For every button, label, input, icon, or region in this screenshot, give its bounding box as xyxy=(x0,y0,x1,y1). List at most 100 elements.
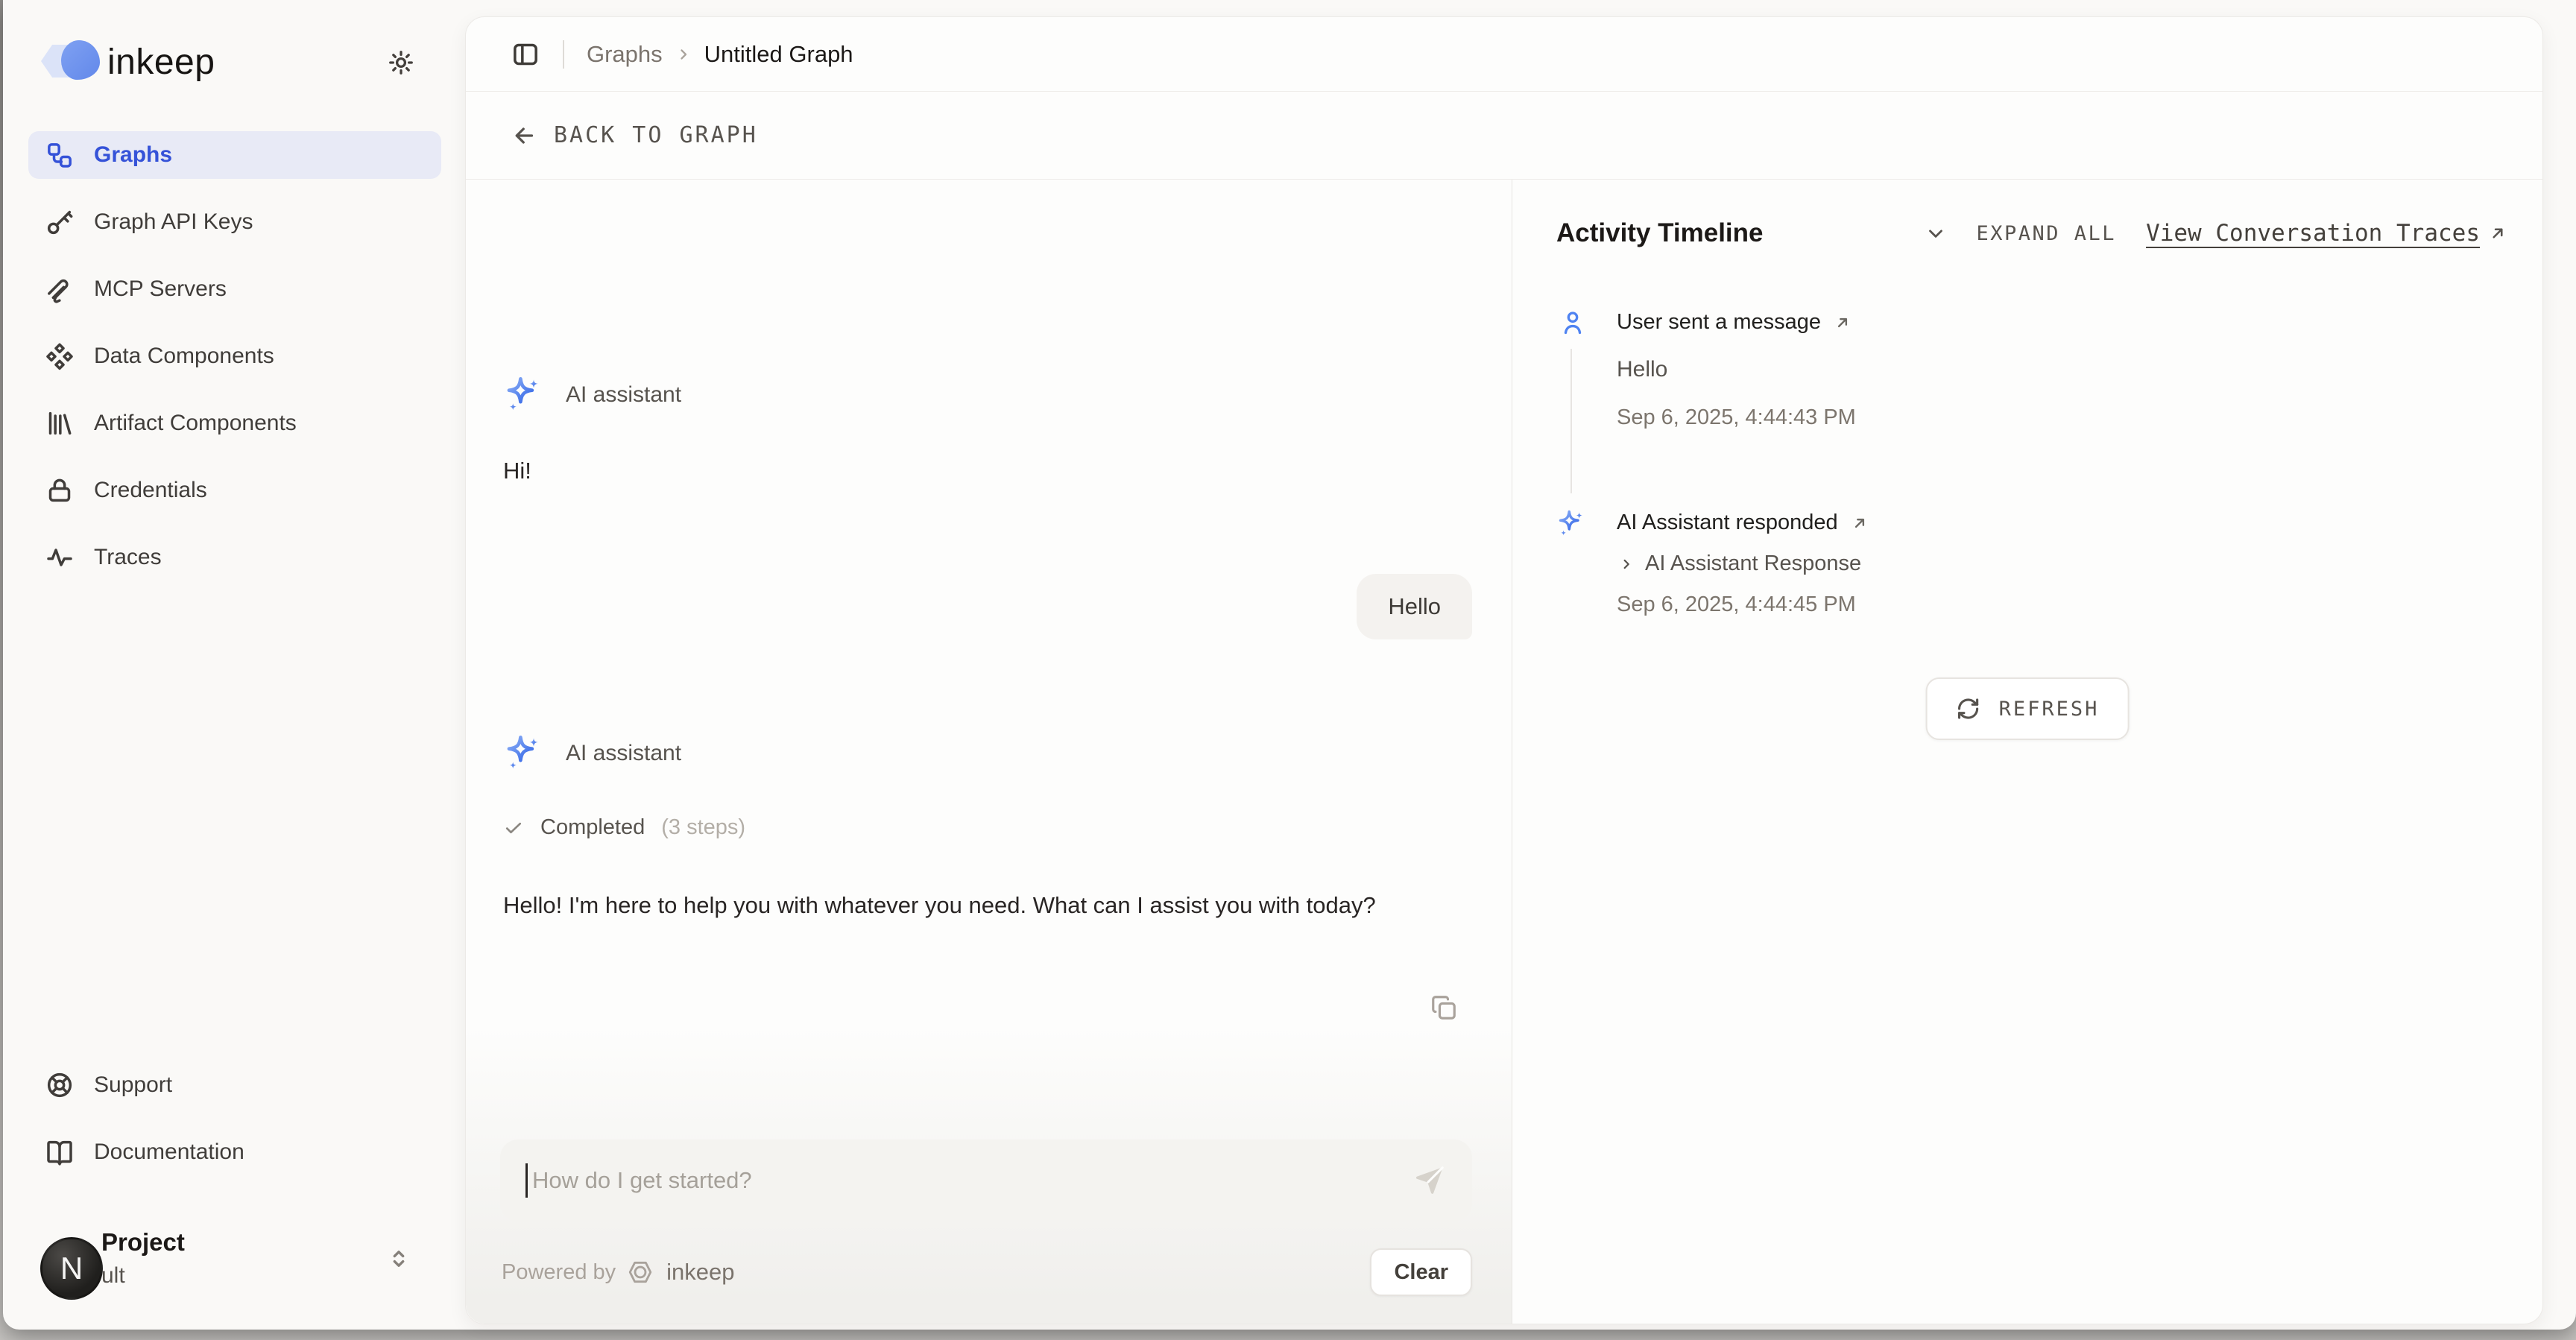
sidebar-item-label: Support xyxy=(94,1072,172,1098)
sidebar-item-credentials[interactable]: Credentials xyxy=(28,467,441,514)
sidebar-item-artifact-components[interactable]: Artifact Components xyxy=(28,399,441,447)
powered-by-brand: inkeep xyxy=(666,1259,734,1286)
sidebar-item-data-components[interactable]: Data Components xyxy=(28,332,441,380)
sidebar-item-label: Credentials xyxy=(94,478,207,503)
arrow-up-right-icon xyxy=(2487,223,2508,244)
status-steps: (3 steps) xyxy=(661,815,745,840)
library-icon xyxy=(45,408,75,438)
sidebar-item-label: Graph API Keys xyxy=(94,209,253,235)
book-open-icon xyxy=(45,1137,75,1167)
logo-wordmark: inkeep xyxy=(107,42,215,83)
timeline-event-title[interactable]: AI Assistant responded xyxy=(1617,511,1869,535)
refresh-label: REFRESH xyxy=(1999,698,2100,721)
chevrons-up-down-icon xyxy=(386,1246,411,1271)
project-subtitle: ult xyxy=(101,1263,125,1289)
divider xyxy=(563,40,564,69)
theme-toggle-button[interactable] xyxy=(383,45,419,80)
sidebar-item-documentation[interactable]: Documentation xyxy=(28,1128,441,1176)
timeline-connector xyxy=(1570,349,1572,493)
refresh-button[interactable]: REFRESH xyxy=(1926,677,2130,740)
copy-icon xyxy=(1430,993,1458,1022)
sidebar-item-support[interactable]: Support xyxy=(28,1061,441,1109)
mcp-icon xyxy=(45,274,75,304)
event-title-text: AI Assistant responded xyxy=(1617,511,1838,535)
chevron-right-icon xyxy=(1618,556,1635,572)
refresh-icon xyxy=(1956,696,1981,721)
breadcrumb: Graphs Untitled Graph xyxy=(587,41,853,68)
activity-timeline-panel: Activity Timeline EXPAND ALL View Conver… xyxy=(1512,180,2542,1324)
sidebar-item-graph-api-keys[interactable]: Graph API Keys xyxy=(28,198,441,246)
sidebar-item-label: Artifact Components xyxy=(94,411,297,436)
project-switcher[interactable]: N Project ult xyxy=(39,1228,445,1306)
clear-button[interactable]: Clear xyxy=(1370,1248,1472,1296)
powered-by[interactable]: Powered by inkeep xyxy=(502,1258,735,1286)
expand-all-button[interactable]: EXPAND ALL xyxy=(1977,222,2117,245)
chevron-right-icon xyxy=(675,45,692,63)
sidebar-nav: Graphs Graph API Keys MCP Servers Data C… xyxy=(28,131,441,601)
timeline-event-timestamp: Sep 6, 2025, 4:44:45 PM xyxy=(1617,592,1856,617)
back-to-graph-button[interactable]: BACK TO GRAPH xyxy=(466,92,2542,180)
sidebar-item-graphs[interactable]: Graphs xyxy=(28,131,441,179)
inkeep-logo-icon xyxy=(41,40,101,80)
component-icon xyxy=(45,341,75,371)
sun-icon xyxy=(388,49,414,76)
view-traces-label: View Conversation Traces xyxy=(2146,220,2480,247)
assistant-header: AI assistant xyxy=(502,732,681,775)
chevron-down-icon[interactable] xyxy=(1925,222,1947,244)
inkeep-mark-icon xyxy=(626,1258,654,1286)
sidebar-item-traces[interactable]: Traces xyxy=(28,534,441,581)
assistant-header: AI assistant xyxy=(502,373,681,417)
project-title: Project xyxy=(101,1228,185,1257)
chat-input[interactable] xyxy=(532,1167,1412,1194)
status-label: Completed xyxy=(540,815,645,840)
expander-label: AI Assistant Response xyxy=(1645,552,1861,576)
panel-left-icon xyxy=(511,39,540,69)
view-conversation-traces-link[interactable]: View Conversation Traces xyxy=(2146,220,2508,247)
arrow-up-right-icon xyxy=(1850,513,1869,533)
arrow-up-right-icon xyxy=(1833,313,1852,332)
app-window: inkeep Graphs Graph API Keys MCP Servers… xyxy=(3,0,2576,1330)
breadcrumb-current: Untitled Graph xyxy=(704,41,853,68)
text-cursor xyxy=(525,1163,528,1198)
chat-preview-panel: AI assistant Hi! Hello AI assistant Comp… xyxy=(466,180,1512,1324)
user-message-bubble: Hello xyxy=(1357,574,1472,639)
clear-label: Clear xyxy=(1394,1260,1448,1285)
powered-by-label: Powered by xyxy=(502,1260,616,1285)
chat-footer: Powered by inkeep Clear xyxy=(502,1248,1472,1297)
timeline-event-expander[interactable]: AI Assistant Response xyxy=(1618,552,1861,576)
run-status[interactable]: Completed (3 steps) xyxy=(503,815,745,840)
content-area: AI assistant Hi! Hello AI assistant Comp… xyxy=(466,180,2542,1324)
chat-input-box xyxy=(500,1140,1472,1222)
event-title-text: User sent a message xyxy=(1617,310,1821,335)
timeline-event-body: Hello xyxy=(1617,357,1667,382)
sidebar-item-label: MCP Servers xyxy=(94,276,227,302)
sidebar-item-label: Traces xyxy=(94,545,162,570)
sidebar-toggle-button[interactable] xyxy=(511,39,540,69)
send-button[interactable] xyxy=(1412,1163,1447,1198)
breadcrumb-root[interactable]: Graphs xyxy=(587,41,663,68)
assistant-message: Hi! xyxy=(503,458,531,484)
send-icon xyxy=(1412,1163,1447,1198)
assistant-label: AI assistant xyxy=(566,741,681,766)
sidebar-item-label: Data Components xyxy=(94,344,274,369)
back-to-graph-label: BACK TO GRAPH xyxy=(554,122,758,148)
top-bar: Graphs Untitled Graph xyxy=(466,17,2542,92)
sidebar-item-mcp-servers[interactable]: MCP Servers xyxy=(28,265,441,313)
workflow-icon xyxy=(45,140,75,170)
sidebar-footer-nav: Support Documentation xyxy=(28,1061,441,1195)
timeline-event-timestamp: Sep 6, 2025, 4:44:43 PM xyxy=(1617,405,1856,430)
timeline-title: Activity Timeline xyxy=(1556,218,1764,248)
avatar: N xyxy=(40,1237,103,1300)
activity-icon xyxy=(45,543,75,572)
life-buoy-icon xyxy=(45,1070,75,1100)
main-panel: Graphs Untitled Graph BACK TO GRAPH AI xyxy=(465,16,2543,1324)
timeline-event-title[interactable]: User sent a message xyxy=(1617,310,1852,335)
user-icon xyxy=(1559,309,1587,337)
timeline-header: Activity Timeline EXPAND ALL View Conver… xyxy=(1556,218,2508,248)
sidebar-item-label: Graphs xyxy=(94,142,172,168)
key-icon xyxy=(45,207,75,237)
arrow-left-icon xyxy=(511,122,537,149)
assistant-message: Hello! I'm here to help you with whateve… xyxy=(503,886,1464,925)
sparkles-icon xyxy=(502,732,545,775)
copy-button[interactable] xyxy=(1430,993,1458,1022)
